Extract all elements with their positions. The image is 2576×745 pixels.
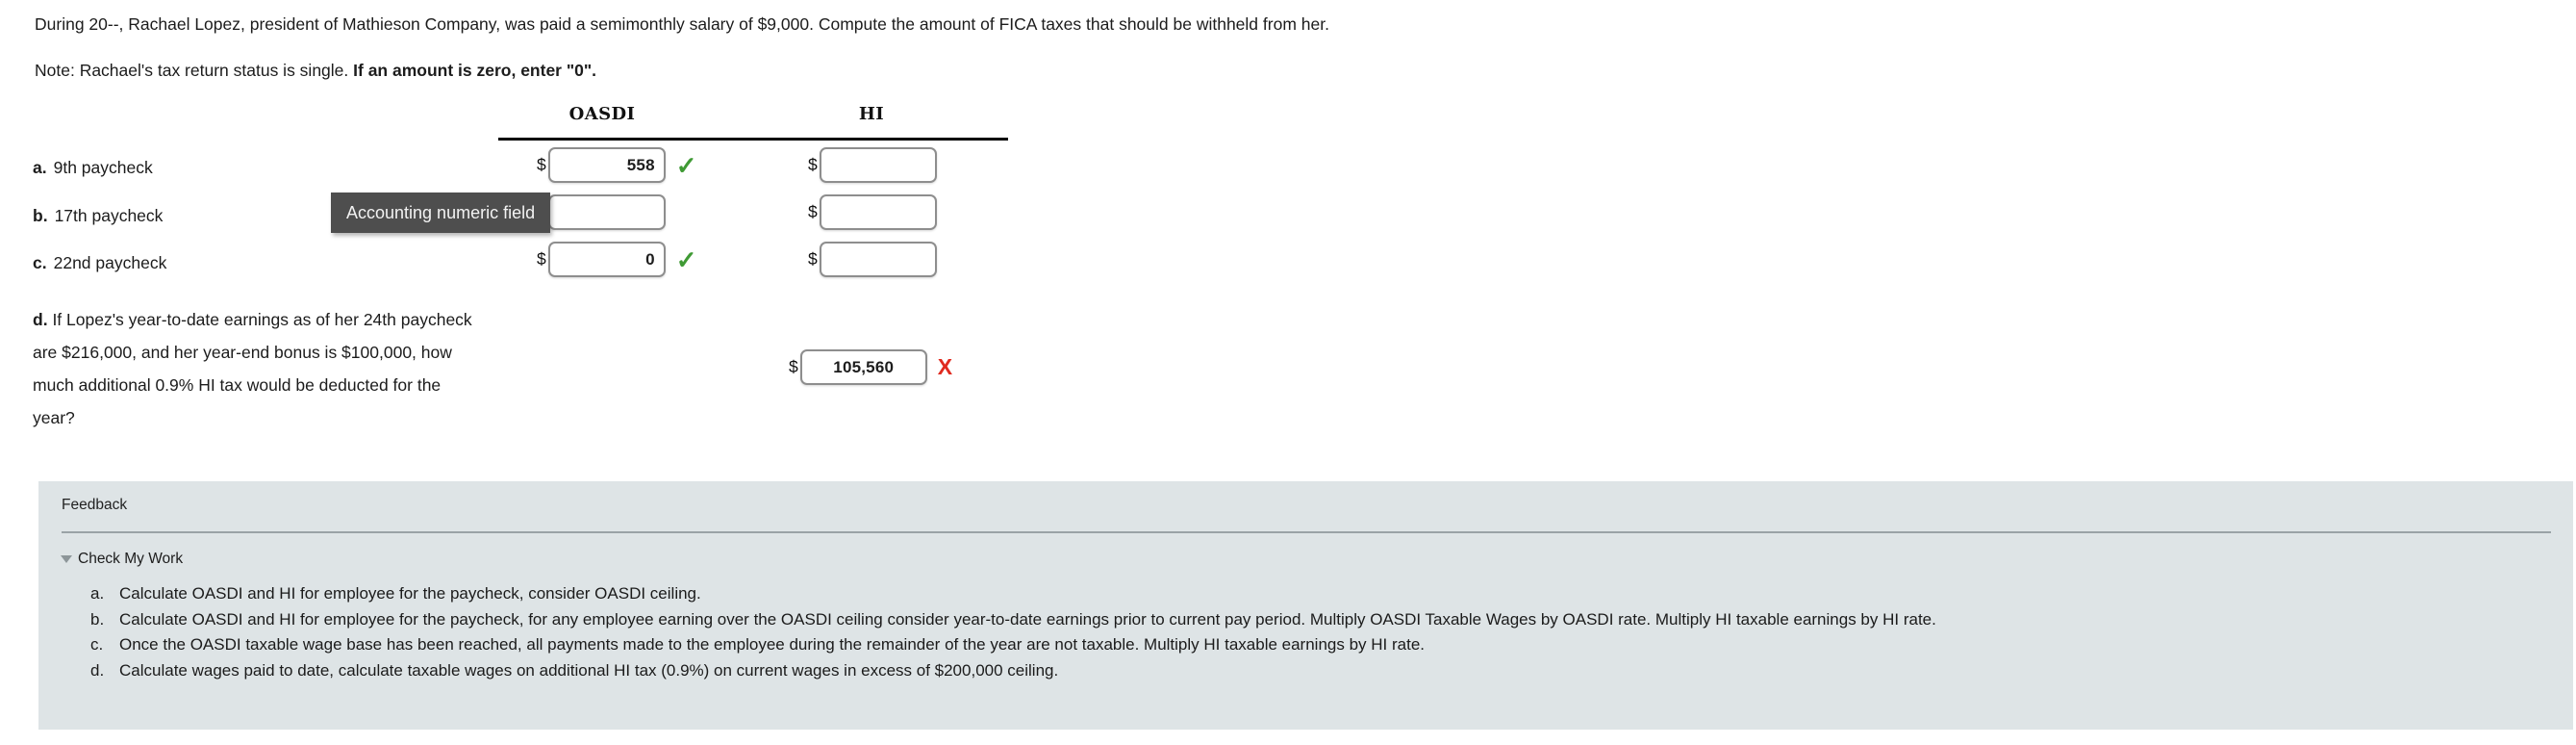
input-b-oasdi[interactable] [547,194,666,230]
currency-symbol: $ [789,357,798,376]
input-d[interactable]: 105,560 [799,349,927,385]
check-icon-a-oasdi: ✓ [675,150,697,180]
list-item-text: Calculate OASDI and HI for employee for … [119,609,1936,629]
list-item: c. Once the OASDI taxable wage base has … [90,632,1936,658]
input-c-oasdi[interactable]: 0 [547,242,666,277]
check-my-work-list: a. Calculate OASDI and HI for employee f… [90,581,1936,683]
header-rule [498,138,1008,141]
row-text-a: 9th paycheck [53,158,153,177]
list-item-letter: c. [90,635,104,654]
row-mark-b: b. [33,206,48,225]
list-item-letter: a. [90,584,105,603]
exercise-page: During 20--, Rachael Lopez, president of… [0,0,2576,745]
check-my-work-label: Check My Work [78,551,184,567]
chevron-down-icon [61,555,72,563]
list-item: b. Calculate OASDI and HI for employee f… [90,607,1936,633]
cell-b-oasdi: $ [537,194,666,230]
cell-c-hi: $ [808,242,937,277]
feedback-title: Feedback [62,497,128,513]
row-label-c: c. 22nd paycheck [33,252,166,273]
cell-a-hi: $ [808,147,937,183]
list-item-text: Calculate OASDI and HI for employee for … [119,584,701,603]
cross-icon-d: X [937,354,953,379]
problem-statement: During 20--, Rachael Lopez, president of… [35,14,1329,34]
list-item-letter: b. [90,609,105,629]
cell-d: $ 105,560 X [789,349,952,385]
problem-note-plain: Note: Rachael's tax return status is sin… [35,61,354,80]
currency-symbol: $ [808,155,818,174]
row-label-b: b. 17th paycheck [33,205,163,226]
currency-symbol: $ [537,249,546,269]
problem-note-bold: If an amount is zero, enter "0". [353,61,597,80]
row-text-c: 22nd paycheck [53,253,167,272]
column-header-hi: HI [858,104,885,124]
list-item: a. Calculate OASDI and HI for employee f… [90,581,1936,607]
column-header-oasdi: OASDI [568,104,636,124]
list-item-text: Calculate wages paid to date, calculate … [119,660,1059,680]
currency-symbol: $ [537,155,546,174]
list-item-text: Once the OASDI taxable wage base has bee… [119,635,1425,654]
input-a-oasdi[interactable]: 558 [547,147,666,183]
input-b-hi[interactable] [819,194,937,230]
row-mark-d: d. [33,310,48,329]
row-text-b: 17th paycheck [54,206,164,225]
check-my-work-toggle[interactable]: Check My Work [61,551,183,568]
input-a-hi[interactable] [819,147,937,183]
cell-a-oasdi: $ 558 ✓ [537,147,697,183]
row-text-d: If Lopez's year-to-date earnings as of h… [33,310,472,427]
row-mark-c: c. [33,253,47,272]
cell-c-oasdi: $ 0 ✓ [537,242,697,277]
feedback-panel: Feedback Check My Work a. Calculate OASD… [38,481,2573,730]
input-c-hi[interactable] [819,242,937,277]
currency-symbol: $ [808,202,818,221]
feedback-divider [62,531,2551,533]
list-item: d. Calculate wages paid to date, calcula… [90,658,1936,684]
check-icon-c-oasdi: ✓ [675,244,697,274]
currency-symbol: $ [808,249,818,269]
cell-b-hi: $ [808,194,937,230]
accounting-field-tooltip: Accounting numeric field [331,193,551,233]
list-item-letter: d. [90,660,105,680]
problem-note: Note: Rachael's tax return status is sin… [35,60,596,81]
row-label-d: d. If Lopez's year-to-date earnings as o… [33,303,485,434]
row-label-a: a. 9th paycheck [33,157,153,178]
row-mark-a: a. [33,158,47,177]
